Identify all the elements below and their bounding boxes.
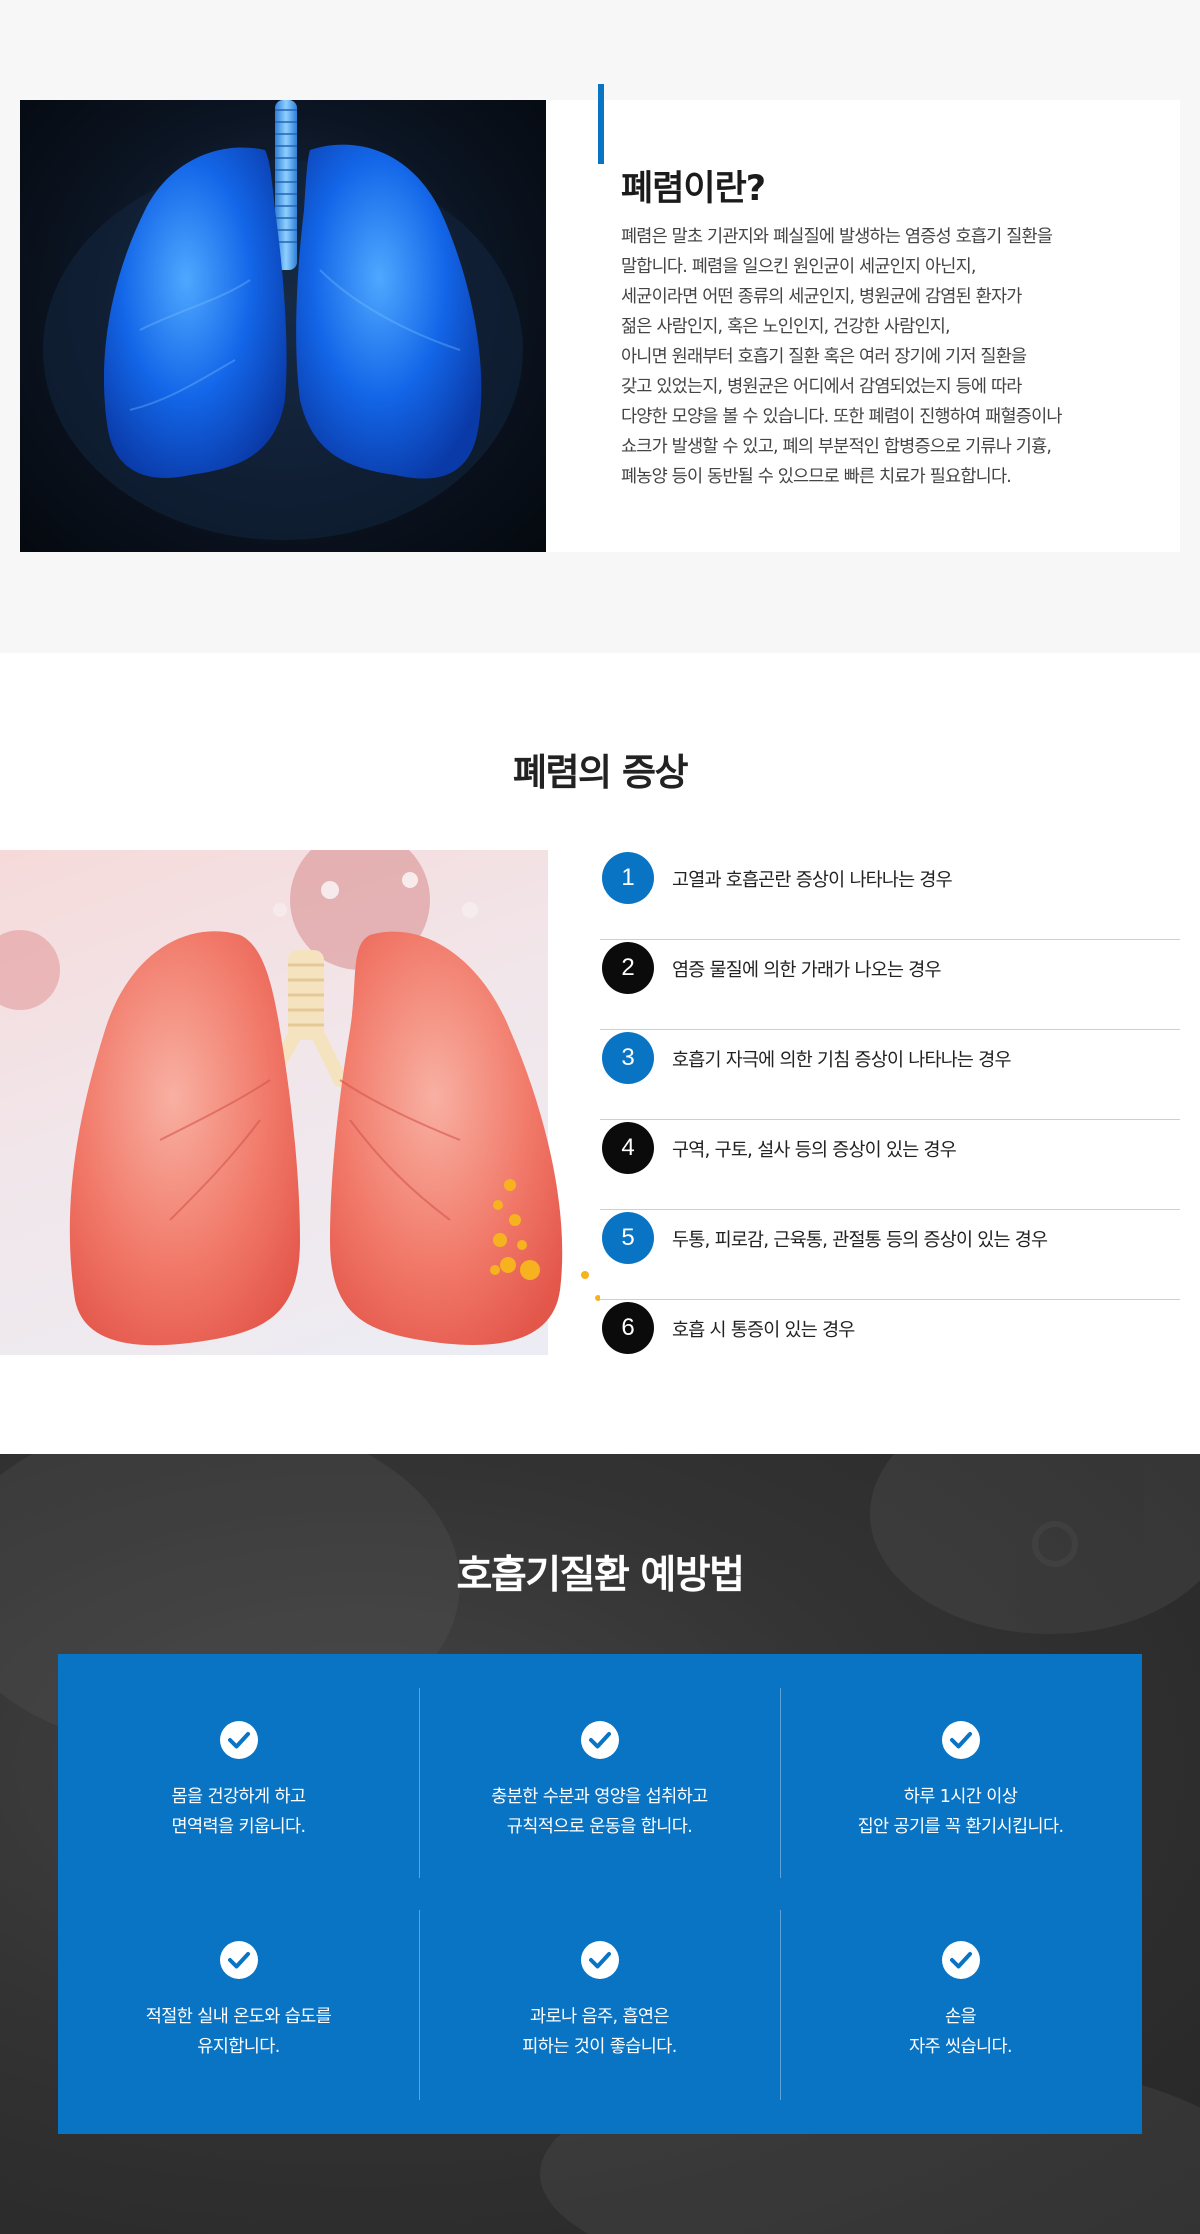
- intro-text-line: 아니면 원래부터 호흡기 질환 혹은 여러 장기에 기저 질환을: [621, 347, 1027, 367]
- symptom-number-badge: 2: [602, 942, 654, 994]
- symptom-number-badge: 3: [602, 1032, 654, 1084]
- check-circle-icon: [942, 1721, 980, 1759]
- prevention-text-line: 집안 공기를 꼭 환기시킵니다.: [857, 1817, 1064, 1837]
- symptoms-title: 폐렴의 증상: [0, 742, 1200, 796]
- symptom-item: 6 호흡 시 통증이 있는 경우: [600, 1300, 1180, 1390]
- prevention-item: 과로나 음주, 흡연은 피하는 것이 좋습니다.: [419, 1940, 780, 2130]
- intro-text-line: 말합니다. 폐렴을 일으킨 원인균이 세균인지 아닌지,: [621, 257, 976, 277]
- prevention-title-normal: 호흡기질환: [456, 1553, 641, 1598]
- intro-text-line: 세균이라면 어떤 종류의 세균인지, 병원균에 감염된 환자가: [621, 287, 1022, 307]
- symptom-item: 2 염증 물질에 의한 가래가 나오는 경우: [600, 940, 1180, 1030]
- symptom-text: 호흡 시 통증이 있는 경우: [672, 1320, 855, 1341]
- symptom-item: 5 두통, 피로감, 근육통, 관절통 등의 증상이 있는 경우: [600, 1210, 1180, 1300]
- symptom-item: 4 구역, 구토, 설사 등의 증상이 있는 경우: [600, 1120, 1180, 1210]
- symptoms-title-bold: 증상: [621, 751, 689, 794]
- symptoms-title-normal: 폐렴의: [512, 751, 622, 794]
- prevention-text-line: 몸을 건강하게 하고: [171, 1787, 307, 1807]
- prevention-item: 손을 자주 씻습니다.: [780, 1940, 1141, 2130]
- prevention-item: 적절한 실내 온도와 습도를 유지합니다.: [58, 1940, 419, 2130]
- prevention-text: 하루 1시간 이상 집안 공기를 꼭 환기시킵니다.: [780, 1782, 1141, 1842]
- prevention-item: 충분한 수분과 영양을 섭취하고 규칙적으로 운동을 합니다.: [419, 1720, 780, 1910]
- symptoms-list: 1 고열과 호흡곤란 증상이 나타나는 경우 2 염증 물질에 의한 가래가 나…: [600, 850, 1180, 1390]
- symptom-text: 호흡기 자극에 의한 기침 증상이 나타나는 경우: [672, 1050, 1011, 1071]
- blue-lungs-image: [20, 100, 546, 552]
- prevention-text: 손을 자주 씻습니다.: [780, 2002, 1141, 2062]
- prevention-text-line: 유지합니다.: [197, 2037, 280, 2057]
- symptom-item: 3 호흡기 자극에 의한 기침 증상이 나타나는 경우: [600, 1030, 1180, 1120]
- symptom-text: 고열과 호흡곤란 증상이 나타나는 경우: [672, 870, 953, 891]
- prevention-text-line: 적절한 실내 온도와 습도를: [145, 2007, 332, 2027]
- prevention-title-bold: 예방법: [640, 1553, 745, 1598]
- prevention-text: 몸을 건강하게 하고 면역력을 키웁니다.: [58, 1782, 419, 1842]
- prevention-text-line: 피하는 것이 좋습니다.: [522, 2037, 677, 2057]
- red-lungs-illustration: [0, 840, 601, 1400]
- intro-text-line: 갖고 있었는지, 병원균은 어디에서 감염되었는지 등에 따라: [621, 377, 1022, 397]
- prevention-box: 몸을 건강하게 하고 면역력을 키웁니다. 충분한 수분과 영양을 섭취하고 규…: [58, 1654, 1142, 2134]
- prevention-text-line: 면역력을 키웁니다.: [171, 1817, 307, 1837]
- symptom-number-badge: 5: [602, 1212, 654, 1264]
- prevention-title: 호흡기질환 예방법: [0, 1544, 1200, 1600]
- intro-text-line: 폐농양 등이 동반될 수 있으므로 빠른 치료가 필요합니다.: [621, 467, 1012, 487]
- title-accent-bar: [598, 84, 604, 164]
- symptom-text: 두통, 피로감, 근육통, 관절통 등의 증상이 있는 경우: [672, 1230, 1048, 1251]
- prevention-item: 몸을 건강하게 하고 면역력을 키웁니다.: [58, 1720, 419, 1910]
- intro-text-line: 젊은 사람인지, 혹은 노인인지, 건강한 사람인지,: [621, 317, 951, 337]
- check-circle-icon: [581, 1941, 619, 1979]
- check-circle-icon: [220, 1721, 258, 1759]
- symptom-number-badge: 6: [602, 1302, 654, 1354]
- prevention-text-line: 충분한 수분과 영양을 섭취하고: [491, 1787, 708, 1807]
- check-circle-icon: [581, 1721, 619, 1759]
- symptom-text: 구역, 구토, 설사 등의 증상이 있는 경우: [672, 1140, 957, 1161]
- prevention-item: 하루 1시간 이상 집안 공기를 꼭 환기시킵니다.: [780, 1720, 1141, 1910]
- prevention-text: 충분한 수분과 영양을 섭취하고 규칙적으로 운동을 합니다.: [419, 1782, 780, 1842]
- intro-description: 폐렴은 말초 기관지와 폐실질에 발생하는 염증성 호흡기 질환을 말합니다. …: [621, 222, 1161, 492]
- prevention-text-line: 과로나 음주, 흡연은: [530, 2007, 669, 2027]
- intro-title: 폐렴이란?: [621, 169, 766, 209]
- check-circle-icon: [942, 1941, 980, 1979]
- prevention-text-line: 자주 씻습니다.: [909, 2037, 1013, 2057]
- symptom-text: 염증 물질에 의한 가래가 나오는 경우: [672, 960, 942, 981]
- prevention-text: 적절한 실내 온도와 습도를 유지합니다.: [58, 2002, 419, 2062]
- symptom-item: 1 고열과 호흡곤란 증상이 나타나는 경우: [600, 850, 1180, 940]
- symptom-number-badge: 1: [602, 852, 654, 904]
- prevention-text-line: 규칙적으로 운동을 합니다.: [506, 1817, 693, 1837]
- prevention-text-line: 하루 1시간 이상: [903, 1787, 1018, 1807]
- intro-text-line: 폐렴은 말초 기관지와 폐실질에 발생하는 염증성 호흡기 질환을: [621, 227, 1053, 247]
- intro-text-line: 다양한 모양을 볼 수 있습니다. 또한 폐렴이 진행하여 패혈증이나: [621, 407, 1062, 427]
- check-circle-icon: [220, 1941, 258, 1979]
- symptom-number-badge: 4: [602, 1122, 654, 1174]
- prevention-text: 과로나 음주, 흡연은 피하는 것이 좋습니다.: [419, 2002, 780, 2062]
- prevention-text-line: 손을: [945, 2007, 977, 2027]
- intro-text-line: 쇼크가 발생할 수 있고, 폐의 부분적인 합병증으로 기류나 기흉,: [621, 437, 1052, 457]
